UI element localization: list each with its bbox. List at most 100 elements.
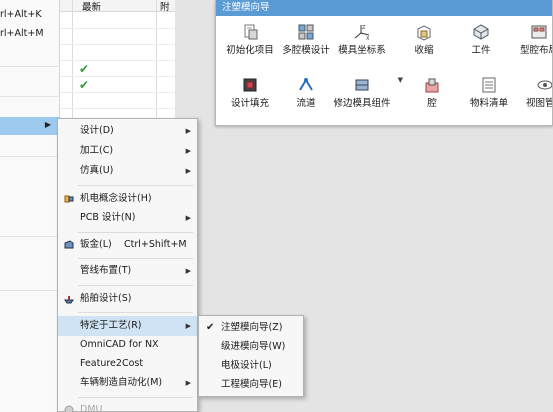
submenu-arrow-icon: ▶ (185, 147, 191, 155)
menu-label: 钣金(L) (80, 239, 112, 250)
menu-item-ship-design[interactable]: 船舶设计(S) (58, 289, 197, 309)
trim-mold-icon (355, 79, 369, 91)
separator (0, 156, 60, 157)
menu-item-design[interactable]: 设计(D) ▶ (58, 121, 197, 141)
application-submenu: 设计(D) ▶ 加工(C) ▶ 仿真(U) ▶ 机电概念设计(H) PCB 设计… (57, 118, 198, 412)
grid-line (60, 44, 175, 45)
menu-item-pcb-design[interactable]: PCB 设计(N) ▶ (58, 208, 197, 228)
menu-label: 电极设计(L) (221, 360, 272, 371)
shrink-icon (417, 25, 431, 41)
menu-item-vehicle-manufacturing[interactable]: 车辆制造自动化(M) ▶ (58, 373, 197, 393)
separator (0, 236, 60, 237)
menu-label: 车辆制造自动化(M) (80, 377, 163, 388)
shortcut-label: rl+Alt+K (0, 9, 42, 20)
menu-item-dmu: DMU (58, 400, 197, 412)
shortcut-label: rl+Alt+M (0, 28, 44, 39)
menu-item-mold-wizard[interactable]: ✔ 注塑模向导(Z) (199, 318, 303, 338)
submenu-arrow-icon: ▶ (185, 267, 191, 275)
menu-label: Feature2Cost (80, 358, 144, 369)
trim-mold-components-button[interactable]: 修边模具组件 ▼ (329, 72, 403, 122)
menu-separator (78, 185, 193, 186)
pocket-icon (425, 78, 439, 93)
mold-csys-button[interactable]: ZX 模具坐标系 (329, 19, 395, 69)
separator (0, 96, 60, 97)
design-fill-icon (243, 78, 257, 92)
view-manager-button[interactable]: 视图管理 (512, 72, 552, 122)
menu-item-process-specific[interactable]: 特定于工艺(R) ▶ (58, 316, 197, 336)
menu-shortcut: Ctrl+Shift+M (124, 239, 187, 250)
check-icon: ✔ (79, 62, 90, 76)
grid-line (60, 28, 175, 29)
chevron-right-icon: ▶ (44, 120, 51, 129)
menu-label: 设计(D) (80, 125, 114, 136)
menu-item-mechatronics[interactable]: 机电概念设计(H) (58, 189, 197, 209)
menu-separator (78, 397, 193, 398)
menu-label: 特定于工艺(R) (80, 320, 142, 331)
grid-line (60, 108, 175, 109)
menu-item-manufacturing[interactable]: 加工(C) ▶ (58, 141, 197, 161)
grid-line (60, 60, 175, 61)
column-header-latest[interactable]: 最新 (82, 0, 101, 13)
sheet-metal-icon (64, 240, 74, 249)
mechatronics-icon (64, 195, 74, 203)
submenu-arrow-icon: ▶ (185, 322, 191, 330)
menu-item-simulation[interactable]: 仿真(U) ▶ (58, 161, 197, 181)
menu-label: 加工(C) (80, 145, 114, 156)
grid-header: 最新 附 (60, 0, 175, 13)
column-header-extra[interactable]: 附 (160, 0, 170, 13)
submenu-arrow-icon: ▶ (185, 214, 191, 222)
multi-cavity-icon (298, 24, 314, 40)
submenu-arrow-icon: ▶ (185, 127, 191, 135)
toolbar-title[interactable]: 注塑模向导 (216, 0, 552, 16)
menu-item-engineering-die[interactable]: 工程模向导(E) (199, 375, 303, 395)
tool-label: 修边模具组件 (333, 98, 391, 109)
application-menu-item-selected[interactable]: ▶ (0, 117, 60, 135)
check-icon: ✔ (79, 78, 90, 92)
separator (0, 66, 60, 67)
process-specific-submenu: ✔ 注塑模向导(Z) 级进模向导(W) 电极设计(L) 工程模向导(E) (198, 315, 304, 397)
menu-separator (78, 232, 193, 233)
menu-separator (78, 258, 193, 259)
menu-item-progressive-die[interactable]: 级进模向导(W) (199, 337, 303, 357)
menu-separator (78, 285, 193, 286)
left-menu-column: rl+Alt+K rl+Alt+M ▶ (0, 0, 60, 412)
submenu-arrow-icon: ▶ (185, 379, 191, 387)
grid-line (60, 76, 175, 77)
menu-label: 级进模向导(W) (221, 341, 286, 352)
menu-label: DMU (80, 404, 103, 412)
cavity-layout-icon (531, 25, 547, 39)
menu-label: PCB 设计(N) (80, 212, 136, 223)
menu-label: 仿真(U) (80, 165, 114, 176)
runner-icon (299, 78, 313, 91)
menu-label: 船舶设计(S) (80, 293, 132, 304)
csys-icon: ZX (354, 25, 370, 41)
submenu-arrow-icon: ▶ (185, 167, 191, 175)
workpiece-button[interactable]: 工件 (448, 19, 514, 69)
separator (0, 290, 60, 291)
tool-label: 工件 (471, 45, 491, 56)
menu-label: 注塑模向导(Z) (221, 322, 283, 333)
tool-label: 模具坐标系 (338, 45, 386, 56)
svg-text:Z: Z (362, 25, 366, 31)
tool-label: 视图管理 (525, 98, 552, 109)
cavity-layout-button[interactable]: 型腔布局 (506, 19, 552, 69)
bom-icon (482, 77, 496, 93)
menu-item-feature2cost[interactable]: Feature2Cost (58, 354, 197, 374)
menu-label: 机电概念设计(H) (80, 193, 152, 204)
menu-label: OmniCAD for NX (80, 339, 159, 350)
menu-item-electrode-design[interactable]: 电极设计(L) (199, 356, 303, 376)
dmu-icon (64, 405, 74, 412)
menu-label: 管线布置(T) (80, 265, 132, 276)
menu-item-sheet-metal[interactable]: 钣金(L) Ctrl+Shift+M (58, 235, 197, 255)
grid-line (60, 92, 175, 93)
init-project-icon (244, 24, 258, 40)
menu-separator (78, 312, 193, 313)
workpiece-icon (473, 24, 489, 40)
ship-design-icon (64, 296, 74, 304)
view-manager-icon (537, 80, 552, 90)
menu-item-omnicad[interactable]: OmniCAD for NX (58, 335, 197, 355)
menu-item-routing[interactable]: 管线布置(T) ▶ (58, 261, 197, 281)
mold-wizard-toolbar: 注塑模向导 初始化项目 多腔模设计 ZX 模具坐标系 收缩 工件 型腔布局 设计… (215, 0, 553, 126)
checkmark-icon: ✔ (206, 322, 215, 333)
menu-label: 工程模向导(E) (221, 379, 282, 390)
